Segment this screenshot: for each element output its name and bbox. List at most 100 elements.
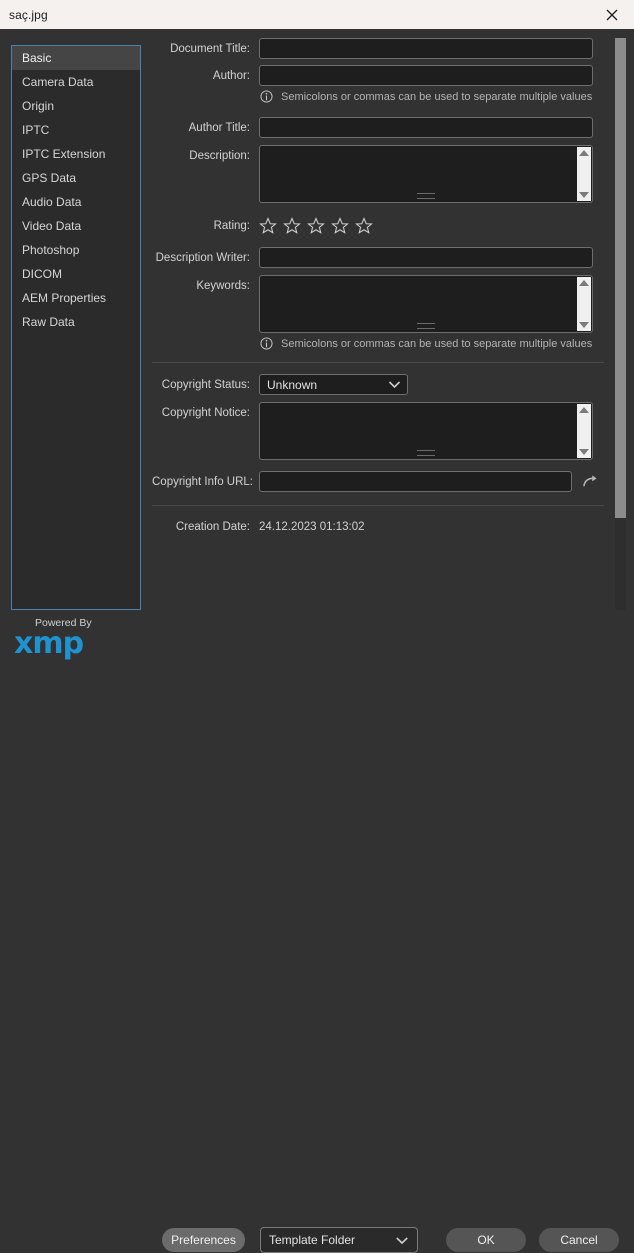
description-label: Description:: [189, 150, 250, 162]
sidebar-item-label: GPS Data: [22, 171, 77, 185]
star-icon[interactable]: [283, 217, 301, 235]
chevron-down-icon: [396, 1236, 408, 1244]
star-icon[interactable]: [259, 217, 277, 235]
sidebar-item-label: Origin: [22, 99, 55, 113]
author-title-input[interactable]: [259, 117, 593, 138]
field-row-rating: Rating:: [152, 215, 607, 235]
description-writer-label: Description Writer:: [155, 252, 250, 264]
info-icon: [260, 90, 273, 103]
sidebar-item-raw-data[interactable]: Raw Data: [12, 310, 140, 334]
cancel-button[interactable]: Cancel: [539, 1228, 619, 1252]
copyright-info-url-input[interactable]: [259, 471, 572, 492]
scroll-down-icon[interactable]: [579, 192, 589, 198]
description-input[interactable]: [260, 146, 574, 202]
keywords-field-wrap: Semicolons or commas can be used to sepa…: [259, 275, 607, 350]
star-icon[interactable]: [355, 217, 373, 235]
rating-field-wrap: [259, 215, 607, 235]
preferences-button[interactable]: Preferences: [162, 1228, 245, 1252]
scroll-up-icon[interactable]: [579, 150, 589, 156]
template-folder-dropdown[interactable]: Template Folder: [260, 1227, 418, 1253]
scroll-up-icon[interactable]: [579, 280, 589, 286]
copyright-notice-label: Copyright Notice:: [161, 407, 250, 419]
keywords-scrollbar[interactable]: [577, 277, 591, 331]
copyright-status-dropdown[interactable]: Unknown: [259, 374, 408, 395]
copyright-notice-scrollbar[interactable]: [577, 404, 591, 458]
author-input[interactable]: [259, 65, 593, 86]
author-field-wrap: Semicolons or commas can be used to sepa…: [259, 65, 607, 103]
document-title-input[interactable]: [259, 38, 593, 59]
template-folder-value: Template Folder: [269, 1233, 356, 1247]
chevron-down-icon: [388, 381, 401, 389]
sidebar-item-label: Audio Data: [22, 195, 82, 209]
author-title-label: Author Title:: [188, 122, 250, 134]
title-bar: saç.jpg: [0, 0, 634, 29]
window-title: saç.jpg: [9, 7, 48, 22]
scroll-up-icon[interactable]: [579, 407, 589, 413]
description-field-wrap: [259, 145, 607, 203]
field-row-creation-date: Creation Date: 24.12.2023 01:13:02: [152, 516, 607, 533]
sidebar-item-origin[interactable]: Origin: [12, 94, 140, 118]
ok-button[interactable]: OK: [446, 1228, 526, 1252]
scroll-down-icon[interactable]: [579, 449, 589, 455]
field-row-copyright-notice: Copyright Notice:: [152, 402, 607, 460]
field-row-author: Author: Semicolons or commas can be used…: [152, 65, 607, 103]
xmp-logo: Powered By xmp: [14, 617, 134, 661]
rating-stars[interactable]: [259, 215, 607, 235]
sidebar-item-photoshop[interactable]: Photoshop: [12, 238, 140, 262]
document-title-label: Document Title:: [170, 43, 250, 55]
sidebar-item-dicom[interactable]: DICOM: [12, 262, 140, 286]
section-divider: [152, 362, 604, 363]
sidebar-item-gps-data[interactable]: GPS Data: [12, 166, 140, 190]
category-sidebar[interactable]: Basic Camera Data Origin IPTC IPTC Exten…: [11, 45, 141, 610]
copyright-notice-input[interactable]: [260, 403, 574, 459]
field-row-copyright-info-url: Copyright Info URL:: [152, 471, 607, 492]
description-box: [259, 145, 593, 203]
open-url-arrow-icon[interactable]: [582, 474, 597, 489]
copyright-notice-box: [259, 402, 593, 460]
sidebar-item-label: Basic: [22, 51, 52, 65]
field-row-keywords: Keywords: Semicolons or commas can be us…: [152, 275, 607, 350]
author-hint-text: Semicolons or commas can be used to sepa…: [281, 90, 593, 103]
close-button[interactable]: [590, 0, 634, 29]
field-row-description-writer: Description Writer:: [152, 247, 607, 268]
keywords-label: Keywords:: [196, 280, 250, 292]
metadata-form-panel: Document Title: Author: Semicolons or co…: [152, 38, 622, 610]
description-writer-input[interactable]: [259, 247, 593, 268]
description-writer-field-wrap: [259, 247, 607, 268]
form-scrollbar-track[interactable]: [615, 38, 626, 610]
sidebar-item-label: IPTC Extension: [22, 147, 106, 161]
sidebar-item-camera-data[interactable]: Camera Data: [12, 70, 140, 94]
sidebar-item-label: AEM Properties: [22, 291, 107, 305]
sidebar-item-basic[interactable]: Basic: [12, 46, 140, 70]
sidebar-item-video-data[interactable]: Video Data: [12, 214, 140, 238]
creation-date-field-wrap: 24.12.2023 01:13:02: [259, 516, 607, 533]
xmp-wordmark: xmp: [14, 626, 84, 661]
sidebar-item-audio-data[interactable]: Audio Data: [12, 190, 140, 214]
sidebar-item-iptc[interactable]: IPTC: [12, 118, 140, 142]
close-icon: [606, 9, 618, 20]
keywords-input[interactable]: [260, 276, 574, 332]
sidebar-item-label: Photoshop: [22, 243, 80, 257]
form-area: Document Title: Author: Semicolons or co…: [152, 38, 607, 539]
field-row-copyright-status: Copyright Status: Unknown: [152, 374, 607, 395]
author-hint: Semicolons or commas can be used to sepa…: [260, 90, 607, 103]
copyright-info-url-label: Copyright Info URL:: [152, 476, 253, 488]
creation-date-value: 24.12.2023 01:13:02: [259, 521, 365, 533]
scroll-down-icon[interactable]: [579, 322, 589, 328]
creation-date-label: Creation Date:: [175, 521, 250, 533]
sidebar-item-label: IPTC: [22, 123, 50, 137]
copyright-notice-field-wrap: [259, 402, 607, 460]
star-icon[interactable]: [307, 217, 325, 235]
copyright-status-label: Copyright Status:: [161, 379, 250, 391]
star-icon[interactable]: [331, 217, 349, 235]
rating-label: Rating:: [213, 220, 250, 232]
copyright-status-value: Unknown: [267, 377, 318, 392]
info-icon: [260, 337, 273, 350]
form-scrollbar-thumb[interactable]: [615, 38, 626, 518]
sidebar-item-aem-properties[interactable]: AEM Properties: [12, 286, 140, 310]
keywords-box: [259, 275, 593, 333]
section-divider-2: [152, 505, 604, 506]
sidebar-item-iptc-extension[interactable]: IPTC Extension: [12, 142, 140, 166]
author-label: Author:: [212, 70, 250, 82]
description-scrollbar[interactable]: [577, 147, 591, 201]
